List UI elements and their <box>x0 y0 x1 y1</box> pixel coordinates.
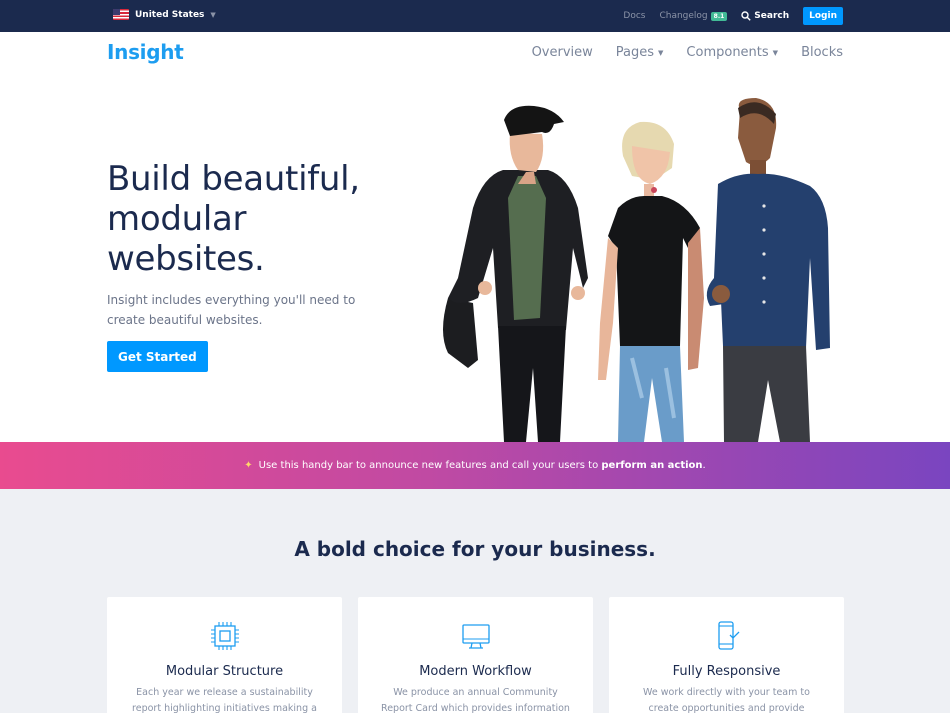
feature-card-title: Modular Structure <box>165 664 284 679</box>
person-right <box>706 98 830 442</box>
search-link[interactable]: Search <box>741 11 789 21</box>
nav-item-overview[interactable]: Overview <box>532 45 593 60</box>
person-middle <box>598 121 704 442</box>
features-title: A bold choice for your business. <box>294 537 656 561</box>
get-started-button[interactable]: Get Started <box>107 341 208 372</box>
mobile-icon <box>717 621 739 650</box>
main-navbar: Insight Overview Pages ▼ Components ▼ Bl… <box>0 32 950 76</box>
nav-item-label: Pages <box>615 45 655 60</box>
nav-item-components[interactable]: Components ▼ <box>686 45 778 60</box>
brand-logo[interactable]: Insight <box>107 40 184 64</box>
announcement-link[interactable]: perform an action <box>601 460 702 471</box>
party-icon: ✦ <box>244 460 253 471</box>
feature-card-text: We work directly with your team to creat… <box>643 687 810 713</box>
nav-item-pages[interactable]: Pages ▼ <box>616 45 664 60</box>
announcement-text: Use this handy bar to announce new featu… <box>258 460 599 471</box>
nav-item-label: Components <box>686 45 769 60</box>
feature-card-text: We produce an annual Community Report Ca… <box>381 687 570 713</box>
nav-menu: Overview Pages ▼ Components ▼ Blocks <box>532 45 843 60</box>
hero-subtitle: Insight includes everything you'll need … <box>107 293 356 327</box>
hero-people-image <box>443 98 830 442</box>
search-label: Search <box>754 11 790 21</box>
feature-card: Modular Structure Each year we release a… <box>107 597 342 713</box>
us-flag-icon <box>113 9 129 20</box>
feature-card: Modern Workflow We produce an annual Com… <box>358 597 593 713</box>
person-left <box>443 105 588 442</box>
country-selector[interactable]: United States ▼ <box>113 9 216 20</box>
feature-card: Fully Responsive We work directly with y… <box>609 597 844 713</box>
login-button[interactable]: Login <box>803 7 843 25</box>
utility-bar: United States ▼ Docs Changelog 8.1 Searc… <box>0 0 950 32</box>
hero-title: Build beautiful, modular websites. <box>107 159 360 279</box>
nav-item-label: Blocks <box>801 45 843 60</box>
nav-item-label: Overview <box>531 45 593 60</box>
feature-card-title: Modern Workflow <box>419 664 532 679</box>
search-icon <box>741 11 751 21</box>
changelog-label: Changelog <box>659 11 708 21</box>
feature-card-title: Fully Responsive <box>672 664 781 679</box>
hero-section: Build beautiful, modular websites. Insig… <box>0 76 950 442</box>
changelog-version-badge: 8.1 <box>710 11 728 21</box>
changelog-link[interactable]: Changelog 8.1 <box>659 11 728 21</box>
country-label: United States <box>135 9 205 20</box>
announcement-bar: ✦ Use this handy bar to announce new fea… <box>0 442 950 489</box>
caret-down-icon: ▼ <box>658 48 664 57</box>
chip-icon <box>210 622 239 650</box>
chevron-down-icon: ▼ <box>210 10 216 19</box>
docs-link[interactable]: Docs <box>623 11 645 21</box>
announcement-suffix: . <box>702 460 706 471</box>
monitor-icon <box>461 624 490 649</box>
caret-down-icon: ▼ <box>772 48 779 57</box>
features-section: A bold choice for your business. Modular… <box>0 489 950 713</box>
nav-item-blocks[interactable]: Blocks <box>801 45 843 60</box>
feature-card-text: Each year we release a sustainability re… <box>132 687 317 713</box>
